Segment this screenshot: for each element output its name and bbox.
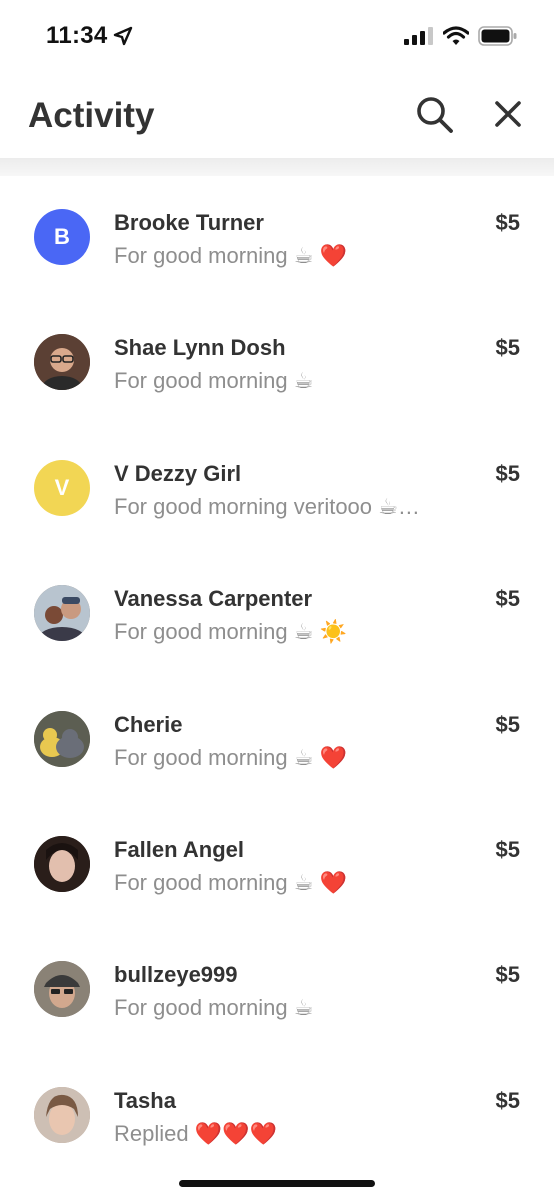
activity-row[interactable]: bullzeye999 For good morning ☕ $5 bbox=[0, 928, 554, 1053]
activity-name: bullzeye999 bbox=[114, 962, 238, 988]
avatar bbox=[34, 835, 90, 892]
activity-name: Shae Lynn Dosh bbox=[114, 335, 286, 361]
avatar bbox=[34, 334, 90, 391]
avatar bbox=[34, 1086, 90, 1143]
close-icon bbox=[495, 101, 521, 127]
avatar bbox=[34, 585, 90, 642]
activity-amount: $5 bbox=[495, 711, 520, 737]
avatar: B bbox=[34, 209, 90, 265]
activity-amount: $5 bbox=[495, 460, 520, 486]
activity-row[interactable]: Cherie For good morning ☕ ❤️ $5 bbox=[0, 678, 554, 803]
activity-name: V Dezzy Girl bbox=[114, 460, 242, 486]
home-indicator[interactable] bbox=[179, 1180, 375, 1187]
activity-amount: $5 bbox=[495, 962, 520, 988]
activity-amount: $5 bbox=[495, 1087, 520, 1113]
location-arrow-icon bbox=[113, 26, 133, 51]
page-title: Activity bbox=[28, 96, 155, 135]
activity-note: For good morning ☕ ☀️ bbox=[114, 619, 347, 645]
header-divider bbox=[0, 158, 554, 176]
activity-note: Replied ❤️❤️❤️ bbox=[114, 1120, 277, 1146]
search-icon bbox=[417, 97, 453, 133]
wifi-icon bbox=[442, 26, 470, 51]
search-button[interactable] bbox=[414, 94, 456, 136]
cellular-signal-icon bbox=[404, 27, 434, 50]
avatar bbox=[34, 961, 90, 1018]
activity-note: For good morning ☕ bbox=[114, 995, 314, 1021]
activity-name: Cherie bbox=[114, 711, 183, 737]
activity-amount: $5 bbox=[495, 836, 520, 862]
close-button[interactable] bbox=[490, 96, 526, 132]
avatar: V bbox=[34, 459, 90, 516]
activity-amount: $5 bbox=[495, 210, 520, 235]
activity-name: Fallen Angel bbox=[114, 836, 244, 862]
activity-name: Brooke Turner bbox=[114, 210, 264, 235]
activity-row[interactable]: Fallen Angel For good morning ☕ ❤️ $5 bbox=[0, 803, 554, 928]
activity-row[interactable]: Shae Lynn Dosh For good morning ☕ $5 bbox=[0, 301, 554, 426]
header: Activity bbox=[0, 72, 554, 158]
activity-amount: $5 bbox=[495, 586, 520, 612]
status-time: 11:34 bbox=[46, 22, 108, 49]
activity-list: B Brooke Turner For good morning ☕ ❤️ $5… bbox=[0, 176, 554, 1179]
avatar bbox=[34, 710, 90, 767]
activity-note: For good morning ☕ ❤️ bbox=[114, 869, 347, 895]
activity-row[interactable]: Tasha Replied ❤️❤️❤️ $5 bbox=[0, 1054, 554, 1179]
status-bar: 11:34 bbox=[0, 0, 554, 72]
activity-note: For good morning ☕ ❤️ bbox=[114, 744, 347, 770]
activity-amount: $5 bbox=[495, 335, 520, 361]
activity-row[interactable]: B Brooke Turner For good morning ☕ ❤️ $5 bbox=[0, 176, 554, 301]
activity-note: For good morning ☕ ❤️ bbox=[114, 243, 347, 268]
activity-name: Vanessa Carpenter bbox=[114, 586, 313, 612]
activity-row[interactable]: Vanessa Carpenter For good morning ☕ ☀️ … bbox=[0, 552, 554, 677]
battery-icon bbox=[478, 26, 518, 51]
activity-row[interactable]: V V Dezzy Girl For good morning veritooo… bbox=[0, 427, 554, 552]
activity-name: Tasha bbox=[114, 1087, 176, 1113]
activity-note: For good morning ☕ bbox=[114, 368, 314, 394]
activity-note: For good morning veritooo ☕… bbox=[114, 493, 420, 519]
